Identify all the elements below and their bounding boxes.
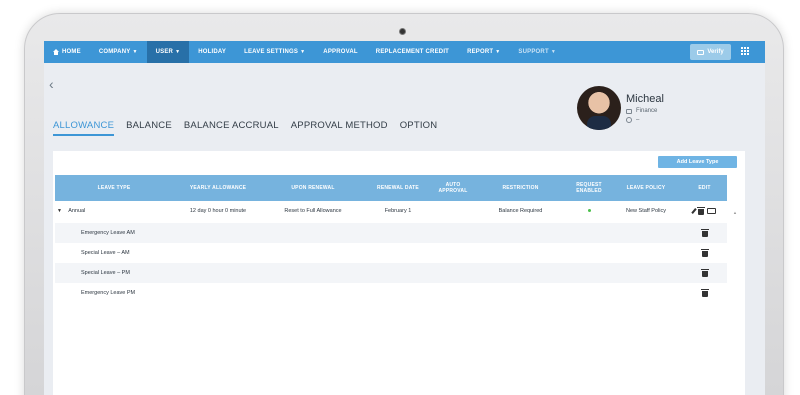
nav-approval[interactable]: APPROVAL: [314, 41, 367, 63]
add-leave-type-button[interactable]: Add Leave Type: [658, 156, 737, 168]
laptop-frame: HOME COMPANY ▼ USER ▼ HOLIDAY LEAVE SETT…: [24, 13, 784, 395]
caret-down-icon: ▼: [495, 49, 501, 55]
nav-company[interactable]: COMPANY ▼: [90, 41, 147, 63]
header-renewal-date: RENEWAL DATE: [377, 185, 419, 191]
edit-cell: [682, 288, 727, 297]
nav-company-label: COMPANY: [98, 49, 131, 55]
nav-support[interactable]: SUPPORT ▼: [509, 41, 565, 63]
table-row: Emergency Leave AM: [55, 223, 727, 243]
nav-replacement-credit[interactable]: REPLACEMENT CREDIT: [367, 41, 458, 63]
header-upon-renewal: UPON RENEWAL: [291, 185, 335, 191]
header-yearly-allowance: YEARLY ALLOWANCE: [189, 185, 247, 191]
renewal-date-cell: February 1: [384, 208, 412, 214]
header-leave-policy: LEAVE POLICY: [626, 185, 666, 191]
nav-home[interactable]: HOME: [44, 41, 90, 63]
pencil-icon[interactable]: [691, 208, 697, 214]
nav-report[interactable]: REPORT ▼: [458, 41, 509, 63]
back-arrow-icon[interactable]: ‹: [49, 77, 61, 91]
trash-icon[interactable]: [700, 268, 709, 277]
scroll-up-icon[interactable]: ▲: [733, 210, 737, 215]
leave-type-name: Special Leave – AM: [81, 250, 130, 256]
nav-user[interactable]: USER ▼: [146, 41, 190, 63]
tab-allowance[interactable]: ALLOWANCE: [53, 120, 115, 136]
nav-replacement-credit-label: REPLACEMENT CREDIT: [375, 49, 450, 55]
leave-type-name: Emergency Leave AM: [81, 230, 135, 236]
leave-type-cell: ▼ Annual: [55, 208, 173, 214]
profile-extra-label: –: [636, 117, 640, 123]
trash-icon[interactable]: [700, 248, 709, 257]
upon-renewal-cell: Reset to Full Allowance: [284, 208, 342, 214]
tab-balance-accrual[interactable]: BALANCE ACCRUAL: [184, 120, 279, 136]
card-icon[interactable]: [707, 208, 716, 214]
trash-icon[interactable]: [700, 228, 709, 237]
expand-caret-icon[interactable]: ▼: [57, 208, 62, 214]
nav-approval-label: APPROVAL: [323, 49, 358, 55]
caret-down-icon: ▼: [132, 49, 138, 55]
leave-table-panel: Add Leave Type LEAVE TYPE YEARLY ALLOWAN…: [53, 151, 745, 395]
tab-option[interactable]: OPTION: [400, 120, 438, 136]
nav-leave-settings-label: LEAVE SETTINGS: [244, 49, 299, 55]
table-row: Special Leave – PM: [55, 263, 727, 283]
trash-icon[interactable]: [700, 288, 709, 297]
table-row: Special Leave – AM: [55, 243, 727, 263]
tab-approval-method[interactable]: APPROVAL METHOD: [291, 120, 388, 136]
yearly-allowance-cell: 12 day 0 hour 0 minute: [189, 208, 247, 214]
profile-name: Micheal: [626, 93, 664, 105]
table-row: ▼ Annual 12 day 0 hour 0 minute Reset to…: [55, 201, 727, 221]
top-navigation: HOME COMPANY ▼ USER ▼ HOLIDAY LEAVE SETT…: [44, 41, 765, 63]
avatar: [577, 86, 621, 130]
trash-icon[interactable]: [697, 206, 705, 215]
caret-down-icon: ▼: [175, 49, 181, 55]
nav-report-label: REPORT: [467, 49, 494, 55]
app-screen: HOME COMPANY ▼ USER ▼ HOLIDAY LEAVE SETT…: [44, 41, 765, 395]
table-row: Emergency Leave PM: [55, 283, 727, 303]
header-request-enabled: REQUEST ENABLED: [576, 182, 602, 194]
verify-button[interactable]: Verify: [690, 44, 731, 60]
leave-policy-cell: New Staff Policy: [626, 208, 666, 214]
header-leave-type: LEAVE TYPE: [97, 185, 131, 191]
apps-grid-icon[interactable]: [741, 47, 751, 57]
leave-type-name: Emergency Leave PM: [81, 290, 136, 296]
nav-user-label: USER: [155, 49, 174, 55]
edit-cell: [682, 228, 727, 237]
nav-holiday[interactable]: HOLIDAY: [189, 41, 235, 63]
tab-balance[interactable]: BALANCE: [126, 120, 172, 136]
edit-cell: [682, 268, 727, 277]
briefcase-icon: [626, 108, 632, 114]
nav-holiday-label: HOLIDAY: [198, 49, 227, 55]
nav-leave-settings[interactable]: LEAVE SETTINGS ▼: [235, 41, 314, 63]
camera: [399, 28, 406, 35]
request-enabled-cell: [568, 208, 610, 214]
leave-type-name: Special Leave – PM: [81, 270, 130, 276]
tab-bar: ALLOWANCE BALANCE BALANCE ACCRUAL APPROV…: [53, 120, 437, 136]
home-icon: [53, 49, 59, 55]
header-edit: EDIT: [698, 185, 711, 191]
user-circle-icon: [626, 117, 632, 123]
table-header: LEAVE TYPE YEARLY ALLOWANCE UPON RENEWAL…: [55, 175, 727, 201]
profile-extra: –: [626, 117, 639, 123]
header-restriction: RESTRICTION: [502, 185, 539, 191]
profile-department-label: Finance: [636, 108, 658, 114]
caret-down-icon: ▼: [300, 49, 306, 55]
nav-home-label: HOME: [62, 49, 81, 55]
table-scrollbar[interactable]: ▲: [733, 201, 739, 395]
nav-support-label: SUPPORT: [518, 49, 549, 55]
edit-cell: [682, 248, 727, 257]
enabled-dot-icon: [587, 209, 591, 212]
restriction-cell: Balance Required: [498, 208, 543, 214]
leave-type-name: Annual: [68, 208, 86, 214]
verify-icon: [697, 49, 705, 55]
header-auto-approval: AUTO APPROVAL: [438, 182, 468, 194]
profile-department: Finance: [626, 108, 657, 114]
edit-cell: [682, 206, 727, 215]
caret-down-icon: ▼: [550, 49, 556, 55]
verify-label: Verify: [707, 49, 724, 55]
